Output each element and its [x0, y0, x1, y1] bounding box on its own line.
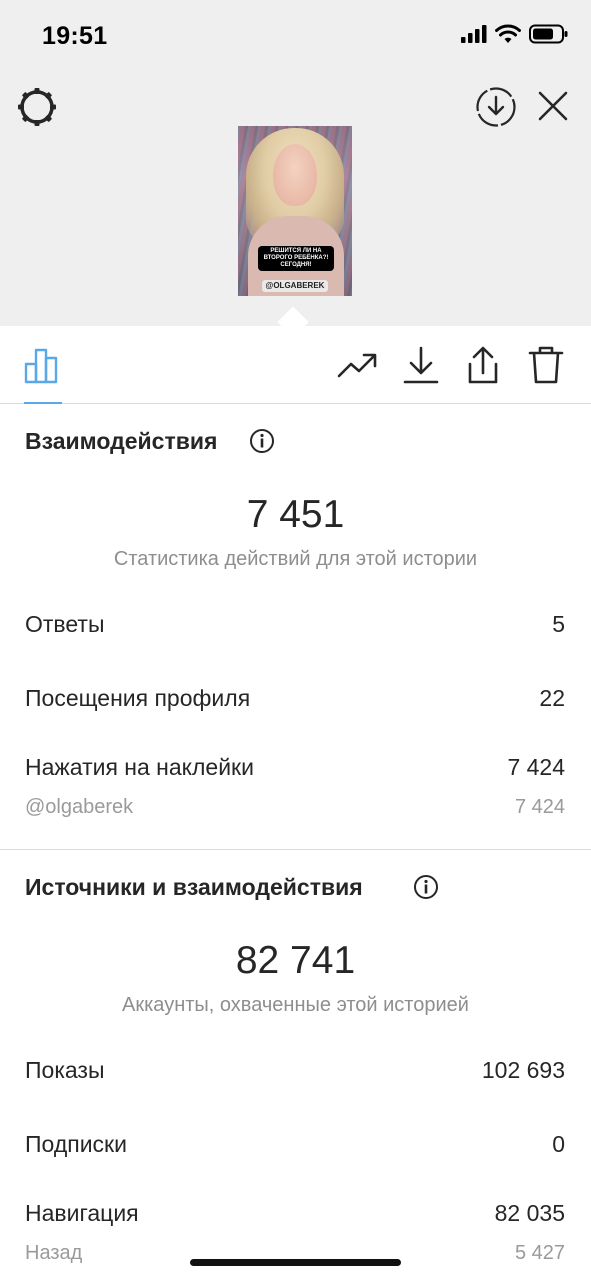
navigation-label: Навигация: [25, 1200, 139, 1226]
tab-active-indicator: [24, 402, 62, 404]
interactions-total: 7 451: [246, 493, 345, 536]
home-indicator[interactable]: [190, 1259, 401, 1266]
impressions-value: 102 693: [481, 1057, 565, 1083]
accounts-reached-total: 82 741: [235, 939, 356, 982]
replies-label: Ответы: [25, 611, 105, 637]
status-icons: [461, 24, 569, 44]
status-bar: 19:51: [0, 0, 591, 70]
download-icon[interactable]: [400, 344, 442, 386]
navigation-value: 82 035: [494, 1200, 565, 1226]
insights-toolbar: [0, 326, 591, 404]
thumbnail-face: [273, 144, 317, 206]
follows-label: Подписки: [25, 1131, 127, 1157]
bar-chart-icon[interactable]: [22, 344, 64, 386]
section-divider: [0, 849, 591, 850]
interactions-title: Взаимодействия: [25, 428, 218, 454]
battery-icon: [529, 24, 568, 44]
sticker-taps-value: 7 424: [507, 754, 565, 780]
wifi-icon: [495, 24, 521, 43]
impressions-label: Показы: [25, 1057, 105, 1083]
follows-value: 0: [552, 1131, 565, 1157]
sticker-taps-label: Нажатия на наклейки: [25, 754, 254, 780]
story-thumbnail[interactable]: РЕШИТСЯ ЛИ НА ВТОРОГО РЕБЁНКА?! СЕГОДНЯ!…: [238, 126, 352, 296]
story-preview-area: 19:51 РЕШИТСЯ ЛИ НА ВТОРОГО РЕБЁНКА?! СЕ…: [0, 0, 591, 326]
info-icon[interactable]: [413, 874, 439, 900]
discovery-title: Источники и взаимодействия: [25, 874, 363, 900]
back-value: 5 427: [514, 1242, 565, 1264]
cellular-signal-icon: [461, 25, 487, 43]
replies-value: 5: [552, 611, 565, 637]
profile-visits-value: 22: [539, 685, 565, 711]
mention-taps-value: 7 424: [514, 796, 565, 818]
download-circle-icon[interactable]: [475, 86, 517, 128]
gear-icon[interactable]: [15, 85, 59, 129]
mention-sticker: @OLGABEREK: [262, 280, 328, 292]
trash-icon[interactable]: [525, 344, 567, 386]
status-time: 19:51: [42, 22, 108, 50]
trending-up-icon[interactable]: [336, 344, 378, 386]
discovery-subtitle: Аккаунты, охваченные этой историей: [122, 994, 469, 1016]
back-label: Назад: [25, 1242, 83, 1264]
question-sticker: РЕШИТСЯ ЛИ НА ВТОРОГО РЕБЁНКА?! СЕГОДНЯ!: [258, 246, 334, 271]
share-icon[interactable]: [462, 344, 504, 386]
profile-visits-label: Посещения профиля: [25, 685, 251, 711]
close-icon[interactable]: [535, 88, 571, 124]
info-icon[interactable]: [249, 428, 275, 454]
mention-taps-label: @olgaberek: [25, 796, 134, 818]
interactions-subtitle: Статистика действий для этой истории: [113, 548, 478, 570]
